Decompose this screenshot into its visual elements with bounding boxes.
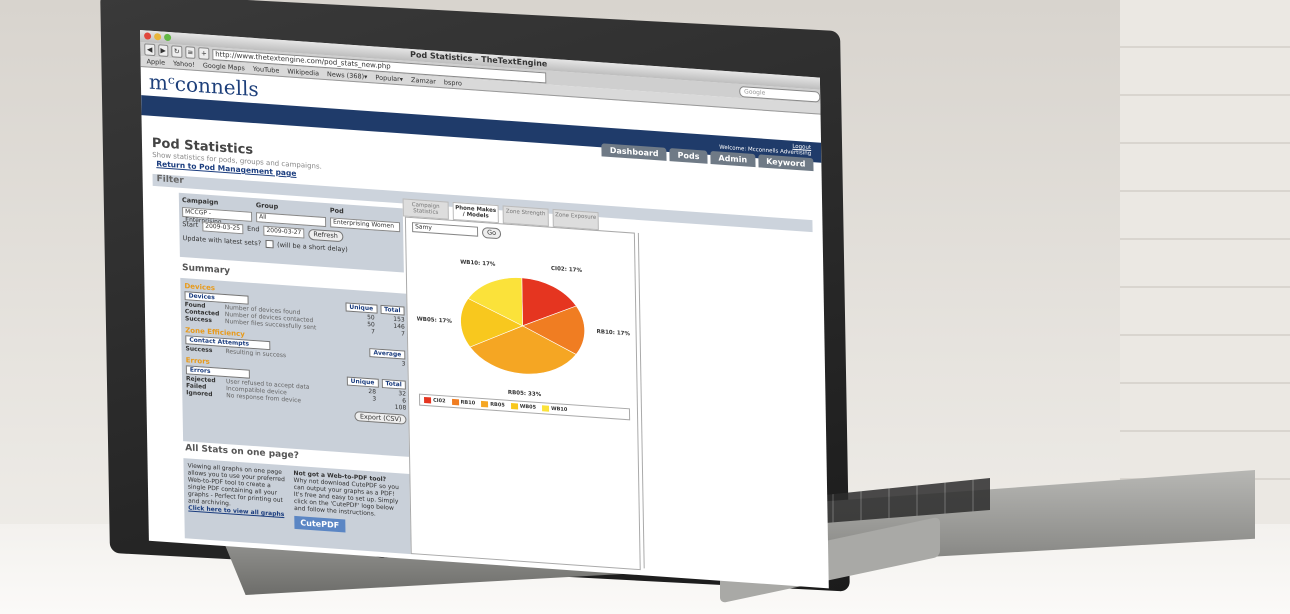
bookmark-item[interactable]: News (368)▾ [327, 70, 368, 81]
refresh-button[interactable]: Refresh [308, 228, 343, 243]
zoom-window-button[interactable] [164, 33, 172, 42]
chart-panel: Samy Go CI02: 17% RB10: 17% RB05: 33% WB05:… [404, 216, 641, 571]
back-button[interactable]: ◀ [144, 43, 156, 57]
pie-label-rb10: RB10: 17% [596, 329, 631, 338]
add-bookmark-button[interactable]: + [198, 47, 210, 60]
minimize-window-button[interactable] [154, 32, 162, 41]
legend-item-ci02: CI02 [424, 396, 446, 404]
cutepdf-logo-button[interactable]: CutePDF [294, 515, 346, 533]
filter-panel: Campaign Group Pod MCCGP - Enterprising … [178, 192, 404, 273]
pie-label-wb05: WB05: 17% [416, 316, 452, 325]
export-csv-button[interactable]: Export (CSV) [354, 411, 407, 425]
right-pane [637, 232, 825, 582]
pod-select[interactable]: Enterprising Women [330, 217, 401, 233]
bookmark-item[interactable]: Google Maps [203, 61, 245, 72]
col-header: Total [380, 304, 405, 316]
end-label: End [247, 224, 260, 234]
summary-panel: Devices Devices Unique Total Found Number… [180, 277, 412, 458]
legend-item-wb10: WB10 [542, 405, 567, 413]
campaign-select[interactable]: MCCGP - Enterprising [182, 206, 253, 226]
tab-pods[interactable]: Pods [669, 148, 708, 164]
forward-button[interactable]: ▶ [157, 44, 169, 58]
pie-chart [447, 261, 599, 404]
bookmark-item[interactable]: bspro [444, 78, 462, 87]
start-label: Start [182, 219, 199, 230]
group-select[interactable]: All [256, 212, 327, 228]
tab-keyword[interactable]: Keyword [758, 154, 814, 172]
pdf-text: Why not download CutePDF so you can outp… [293, 476, 399, 518]
bookmark-item[interactable]: Yahoo! [173, 59, 195, 69]
legend-item-rb10: RB10 [451, 398, 475, 407]
start-date-input[interactable]: 2009-03-25 [202, 221, 244, 235]
bookmark-item[interactable]: Zamzar [411, 76, 436, 86]
close-window-button[interactable] [144, 32, 152, 40]
pod-label: Pod [329, 206, 344, 216]
bookmark-item[interactable]: Popular▾ [375, 73, 403, 83]
allstats-panel: Viewing all graphs on one page allows yo… [183, 458, 415, 555]
bookmarks-button[interactable]: ≡ [184, 46, 196, 59]
tab-admin[interactable]: Admin [710, 150, 756, 168]
reload-button[interactable]: ↻ [171, 45, 183, 58]
legend-item-rb05: RB05 [481, 400, 505, 409]
laptop-screen: Pod Statistics - TheTextEngine ◀ ▶ ↻ ≡ +… [140, 30, 829, 589]
bookmark-item[interactable]: Wikipedia [287, 67, 319, 77]
pie-svg [460, 277, 585, 375]
update-note: (will be a short delay) [277, 240, 348, 254]
bookmark-item[interactable]: Apple [146, 57, 165, 66]
update-checkbox[interactable] [265, 239, 274, 249]
col-header: Total [381, 378, 406, 390]
end-date-input[interactable]: 2009-03-27 [263, 225, 305, 239]
chart-select[interactable]: Samy [411, 222, 479, 237]
allstats-text: Viewing all graphs on one page allows yo… [187, 462, 285, 508]
legend-item-wb05: WB05 [510, 403, 536, 411]
bookmark-item[interactable]: YouTube [253, 65, 280, 75]
update-label: Update with latest sets? [182, 234, 262, 248]
go-button[interactable]: Go [481, 226, 502, 240]
summary-heading: Summary [182, 262, 231, 277]
